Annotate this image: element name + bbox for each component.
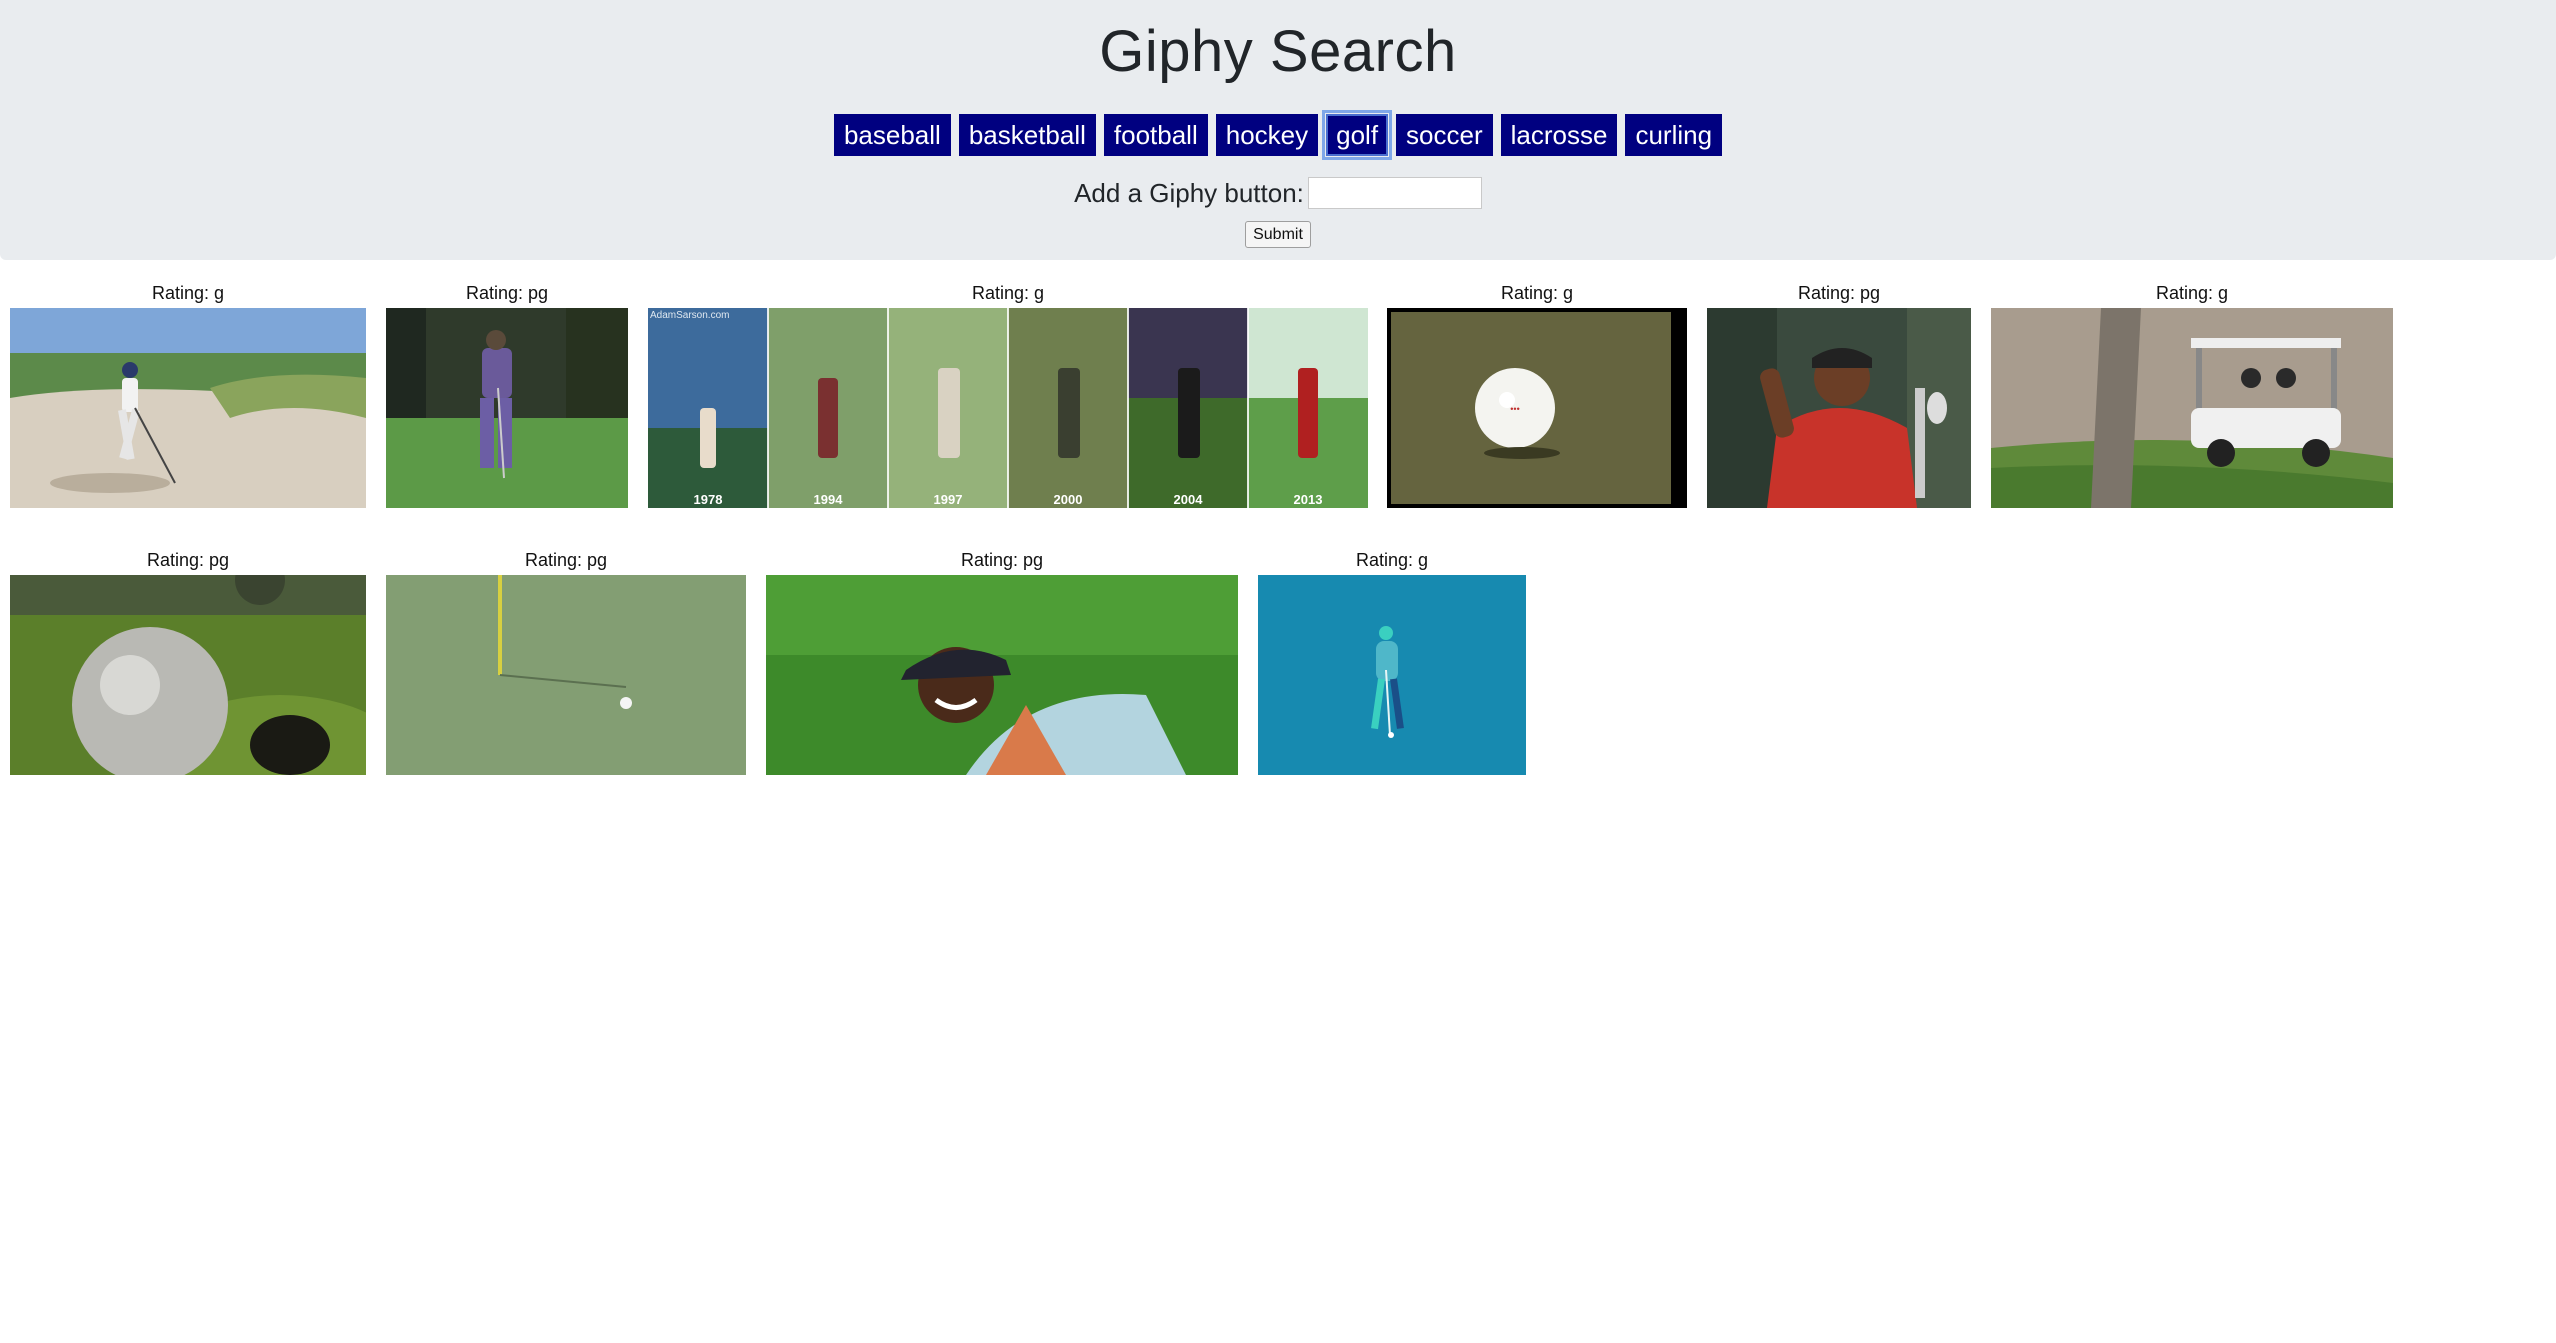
gif-card: Rating: pg (10, 549, 366, 775)
topic-button-golf[interactable]: golf (1322, 110, 1393, 160)
submit-row: Submit (0, 221, 2556, 248)
golfer-plaid-pants-image[interactable] (386, 308, 628, 508)
animated-golfer-illustration-image[interactable] (1258, 575, 1526, 775)
topic-button-curling[interactable]: curling (1625, 114, 1723, 156)
golf-cart-image[interactable] (1991, 308, 2393, 508)
add-topic-input[interactable] (1307, 177, 1482, 209)
gif-rating: Rating: g (1500, 283, 1574, 303)
swing-evolution-collage-image[interactable]: AdamSarson.com 1978 1994 1997 2000 2004 … (648, 308, 1368, 508)
topic-button-football[interactable]: football (1103, 114, 1208, 156)
golfer-in-bunker-image[interactable] (10, 308, 366, 508)
page-title: Giphy Search (1099, 19, 1457, 84)
year-label: 2004 (1174, 492, 1204, 507)
gif-rating: Rating: pg (960, 550, 1044, 570)
submit-button[interactable]: Submit (1245, 221, 1311, 248)
gif-card: Rating: pg (386, 282, 628, 508)
gif-rating: Rating: g (1355, 550, 1429, 570)
gif-card: Rating: g (1991, 282, 2393, 508)
topic-button-soccer[interactable]: soccer (1396, 114, 1493, 156)
add-topic-label: Add a Giphy button: (1074, 177, 1304, 208)
golf-ball-on-grass-image[interactable]: ••• (1387, 308, 1687, 508)
gif-rating: Rating: g (151, 283, 225, 303)
gif-rating: Rating: pg (1797, 283, 1881, 303)
year-label: 1994 (814, 492, 844, 507)
gif-card: Rating: g ••• (1387, 282, 1687, 508)
gif-rating: Rating: g (971, 283, 1045, 303)
year-label: 1978 (694, 492, 723, 507)
gif-card: Rating: g (10, 282, 366, 508)
smiling-golfer-image[interactable] (766, 575, 1238, 775)
gif-card: Rating: pg (1707, 282, 1971, 508)
ball-near-flagstick-image[interactable] (386, 575, 746, 775)
svg-text:•••: ••• (1510, 404, 1519, 414)
gif-rating: Rating: g (2155, 283, 2229, 303)
gif-card: Rating: g AdamSarson.com 1978 1994 1997 … (648, 282, 1368, 508)
ball-rolling-into-cup-image[interactable] (10, 575, 366, 775)
gif-card: Rating: pg (766, 549, 1238, 775)
topic-button-lacrosse[interactable]: lacrosse (1500, 114, 1618, 156)
gif-rating: Rating: pg (146, 550, 230, 570)
topic-button-baseball[interactable]: baseball (833, 114, 951, 156)
year-label: 1997 (934, 492, 963, 507)
gif-card: Rating: pg (386, 549, 746, 775)
gif-rating: Rating: pg (465, 283, 549, 303)
golfer-celebrating-image[interactable] (1707, 308, 1971, 508)
year-label: 2000 (1054, 492, 1083, 507)
year-label: 2013 (1294, 492, 1323, 507)
topic-button-basketball[interactable]: basketball (958, 114, 1096, 156)
gif-rating: Rating: pg (524, 550, 608, 570)
add-topic-form: Add a Giphy button: (0, 177, 2556, 209)
header-jumbotron: Giphy Search baseball basketball footbal… (0, 0, 2556, 260)
watermark-text: AdamSarson.com (650, 310, 729, 321)
topic-buttons: baseball basketball football hockey golf… (0, 110, 2556, 160)
topic-button-hockey[interactable]: hockey (1215, 114, 1319, 156)
gif-card: Rating: g (1258, 549, 1526, 775)
